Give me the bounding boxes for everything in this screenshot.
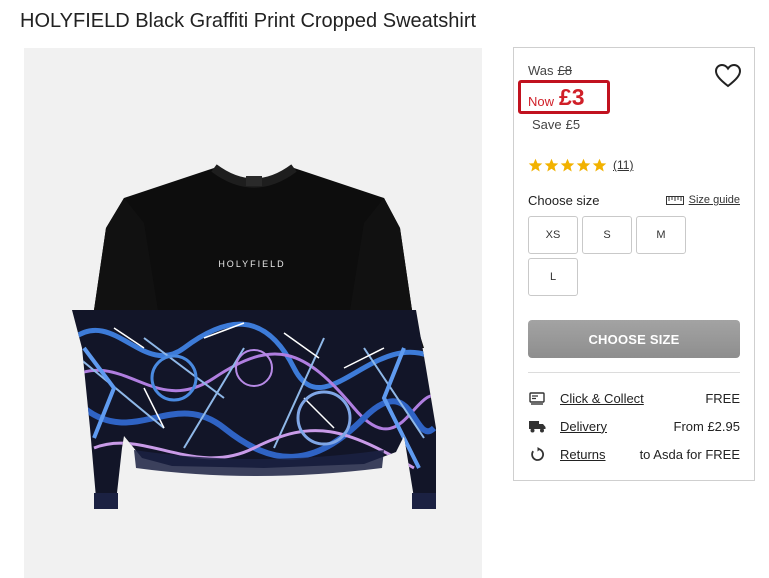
size-guide-link[interactable]: Size guide [665, 194, 740, 206]
now-label: Now [528, 94, 555, 109]
size-guide-label: Size guide [688, 194, 740, 206]
star-icon [528, 158, 543, 171]
star-icon [544, 158, 559, 171]
wishlist-heart-icon[interactable] [714, 63, 742, 89]
click-collect-icon [528, 390, 546, 406]
star-icon [576, 158, 591, 171]
delivery-value: From £2.95 [673, 418, 740, 434]
sweatshirt-brand-print: HOLYFIELD [218, 259, 285, 269]
size-options: XS S M L [528, 216, 698, 296]
save-amount: Save £5 [528, 117, 580, 132]
returns-icon [528, 446, 546, 462]
ruler-icon [665, 195, 684, 205]
size-option-l[interactable]: L [528, 258, 578, 296]
divider [528, 372, 740, 373]
save-label: Save [532, 117, 562, 132]
size-option-xs[interactable]: XS [528, 216, 578, 254]
product-image[interactable]: HOLYFIELD [24, 48, 482, 578]
was-label: Was [528, 63, 554, 78]
truck-icon [528, 418, 546, 434]
was-price: Was £8 [528, 63, 572, 78]
product-title: HOLYFIELD Black Graffiti Print Cropped S… [20, 10, 477, 32]
was-value: £8 [557, 63, 572, 78]
size-option-s[interactable]: S [582, 216, 632, 254]
delivery-row: Delivery From £2.95 [528, 417, 740, 435]
save-value: £5 [565, 117, 581, 132]
click-collect-value: FREE [705, 390, 740, 406]
sweatshirt-illustration: HOLYFIELD [72, 164, 436, 509]
stars-group [528, 158, 607, 173]
choose-size-label: Choose size [528, 193, 600, 208]
review-count-link[interactable]: (11) [613, 158, 633, 172]
now-price: £3 [559, 84, 585, 110]
purchase-panel: Was £8 Now £3 Save £5 (11) Choose size Siz… [513, 47, 755, 481]
star-icon [592, 158, 607, 171]
delivery-link[interactable]: Delivery [560, 419, 607, 434]
returns-row: Returns to Asda for FREE [528, 445, 740, 463]
returns-link[interactable]: Returns [560, 447, 606, 462]
returns-value: to Asda for FREE [639, 446, 740, 462]
size-option-m[interactable]: M [636, 216, 686, 254]
click-collect-link[interactable]: Click & Collect [560, 391, 644, 406]
star-icon [560, 158, 575, 171]
star-rating: (11) [528, 156, 633, 174]
choose-size-button[interactable]: CHOOSE SIZE [528, 320, 740, 358]
click-collect-row: Click & Collect FREE [528, 389, 740, 407]
